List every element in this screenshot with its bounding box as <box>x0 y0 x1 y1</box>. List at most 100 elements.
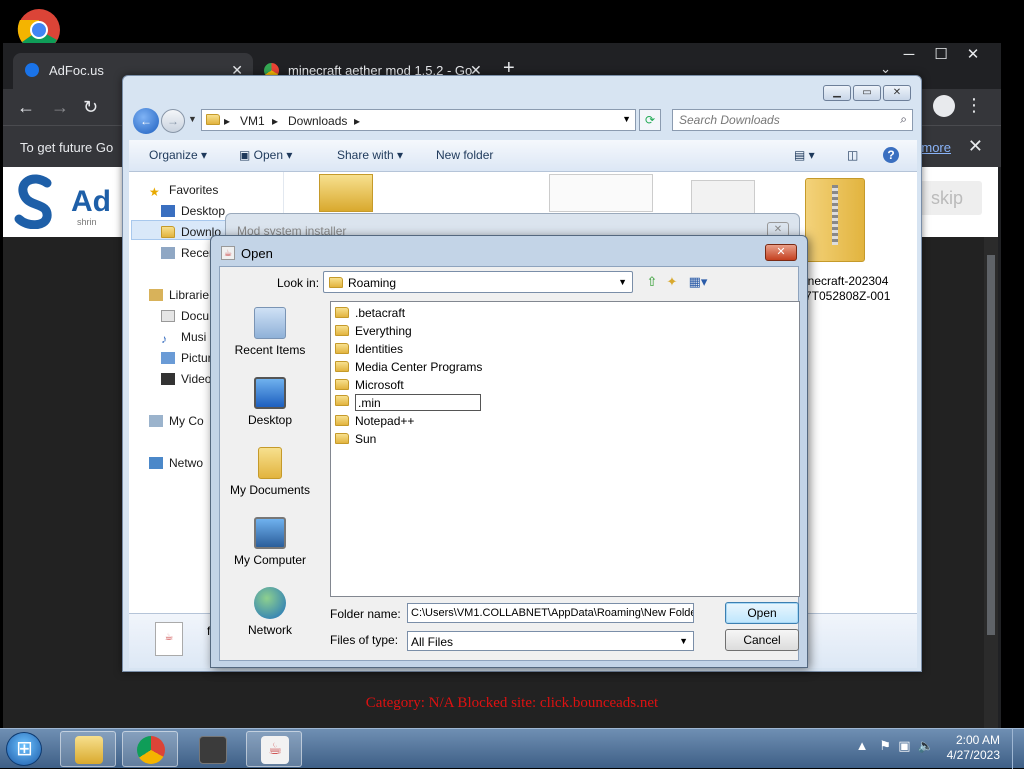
files-of-type-select[interactable]: All Files ▼ <box>407 631 694 651</box>
network-status-icon[interactable]: ▣ <box>898 738 910 753</box>
list-item[interactable]: .betacraft <box>335 306 405 324</box>
preview-pane-icon[interactable]: ◫ <box>847 148 858 162</box>
maximize-button[interactable]: ▭ <box>853 85 881 101</box>
folder-icon[interactable] <box>319 174 373 212</box>
open-label: Open <box>253 148 284 162</box>
nav-music[interactable]: ♪ Musi <box>161 330 206 346</box>
address-bar[interactable]: ▸ VM1 ▸ Downloads ▸ ▼ <box>201 109 636 131</box>
profile-icon[interactable] <box>933 95 955 117</box>
minimize-button[interactable]: ▁ <box>823 85 851 101</box>
clock[interactable]: 2:00 AM 4/27/2023 <box>947 733 1000 765</box>
info-bar-text: To get future Go <box>20 140 114 155</box>
nav-computer[interactable]: My Co <box>149 414 204 428</box>
share-with-button[interactable]: Share with ▾ <box>337 148 403 162</box>
network-globe-icon <box>254 587 286 619</box>
nav-libraries[interactable]: Librarie <box>149 288 209 302</box>
logo-subtext: shrin <box>77 217 97 227</box>
nav-favorites[interactable]: ★ Favorites <box>149 183 218 199</box>
nav-network[interactable]: Netwo <box>149 456 203 470</box>
change-view-icon[interactable]: ▤ ▾ <box>794 148 815 162</box>
breadcrumb-downloads[interactable]: Downloads <box>288 114 347 128</box>
scrollbar-thumb[interactable] <box>987 255 995 635</box>
back-arrow-icon[interactable]: ← <box>17 97 35 118</box>
back-button[interactable]: ← <box>133 108 159 134</box>
address-dropdown-icon[interactable]: ▼ <box>622 114 631 124</box>
adfocus-logo: Ad shrin <box>13 173 123 229</box>
java-app-icon: ☕ <box>221 246 235 260</box>
document-icon[interactable] <box>691 180 755 214</box>
look-in-combo[interactable]: Roaming ▼ <box>323 271 633 293</box>
nav-videos[interactable]: Video <box>161 372 211 386</box>
minimize-button[interactable]: ─ <box>893 46 925 63</box>
close-button[interactable]: ✕ <box>957 45 989 63</box>
taskbar-betacraft[interactable] <box>184 731 240 767</box>
volume-muted-icon[interactable]: 🔈 <box>918 738 934 753</box>
list-item[interactable]: Sun <box>335 432 376 450</box>
tray-expand-icon[interactable]: ▲ <box>856 738 869 753</box>
zip-file-caption-line1: inecraft-202304 <box>805 274 889 288</box>
nav-desktop[interactable]: Desktop <box>161 204 225 218</box>
nav-pictures[interactable]: Pictur <box>161 351 212 365</box>
reload-icon[interactable]: ↻ <box>83 97 98 118</box>
place-my-documents[interactable]: My Documents <box>220 447 320 497</box>
folder-icon <box>335 433 349 444</box>
place-desktop[interactable]: Desktop <box>220 377 320 427</box>
close-button[interactable]: ✕ <box>883 85 911 101</box>
info-bar-close-icon[interactable]: ✕ <box>968 136 983 157</box>
command-bar: Organize ▾ ▣ Open ▾ Share with ▾ New fol… <box>129 140 917 172</box>
up-one-level-icon[interactable]: ⇧ <box>644 274 660 290</box>
rename-input[interactable]: .min <box>355 394 481 411</box>
refresh-button[interactable]: ⟳ <box>639 109 661 131</box>
folder-icon <box>206 114 220 125</box>
taskbar-java[interactable]: ☕ <box>246 731 302 767</box>
cancel-button[interactable]: Cancel <box>725 629 799 651</box>
file-thumbnail[interactable] <box>549 174 653 212</box>
place-my-computer[interactable]: My Computer <box>220 517 320 567</box>
zip-file-caption[interactable]: inecraft-202304 7T052808Z-001 <box>805 274 890 304</box>
list-item[interactable]: Identities <box>335 342 403 360</box>
look-in-label: Look in: <box>277 276 320 290</box>
list-item[interactable]: Everything <box>335 324 412 342</box>
search-input[interactable]: Search Downloads ⌕ <box>672 109 913 131</box>
dialog-close-button[interactable]: ✕ <box>765 244 797 261</box>
chevron-down-icon[interactable]: ▼ <box>679 636 688 646</box>
folder-name-field[interactable]: C:\Users\VM1.COLLABNET\AppData\Roaming\N… <box>407 603 694 623</box>
breadcrumb-vm1[interactable]: VM1 <box>240 114 265 128</box>
list-item[interactable]: Media Center Programs <box>335 360 482 378</box>
place-network[interactable]: Network <box>220 587 320 637</box>
list-item-renaming[interactable]: .min <box>335 394 481 412</box>
new-folder-icon[interactable]: ✦ <box>664 274 680 290</box>
chevron-down-icon[interactable]: ▼ <box>618 277 627 287</box>
page-scrollbar[interactable] <box>984 237 998 728</box>
view-menu-icon[interactable]: ▦▾ <box>685 274 711 290</box>
open-button[interactable]: ▣ Open ▾ <box>239 148 292 162</box>
start-button[interactable] <box>6 732 42 766</box>
list-item[interactable]: Notepad++ <box>335 414 414 432</box>
zip-folder-icon[interactable] <box>805 178 865 262</box>
recent-places-icon <box>161 247 175 259</box>
menu-dots-icon[interactable]: ⋮ <box>965 95 983 116</box>
forward-arrow-icon[interactable]: → <box>51 97 69 118</box>
libraries-icon <box>149 289 163 301</box>
taskbar-explorer[interactable] <box>60 731 116 767</box>
open-button[interactable]: Open <box>725 602 799 624</box>
forward-button[interactable]: → <box>161 109 185 133</box>
skip-button[interactable]: skip <box>912 181 982 215</box>
maximize-button[interactable]: ☐ <box>925 45 957 63</box>
taskbar-chrome[interactable] <box>122 731 178 767</box>
nav-documents[interactable]: Docu <box>161 309 209 323</box>
open-dialog: ☕ Open ✕ Look in: Roaming ▼ ⇧ ✦ ▦▾ Recen… <box>210 235 808 668</box>
action-center-icon[interactable]: ⚑ <box>879 738 891 753</box>
new-folder-button[interactable]: New folder <box>436 148 493 162</box>
show-desktop-button[interactable] <box>1012 729 1024 769</box>
organize-button[interactable]: Organize ▾ <box>149 148 207 162</box>
videos-icon <box>161 373 175 385</box>
recent-pages-chevron-icon[interactable]: ▼ <box>188 114 197 124</box>
help-icon[interactable]: ? <box>883 147 899 163</box>
folder-list[interactable]: .betacraft Everything Identities Media C… <box>330 301 800 597</box>
info-bar-more-link[interactable]: more <box>921 140 951 155</box>
search-icon[interactable]: ⌕ <box>900 112 907 127</box>
nav-recent[interactable]: Recen <box>161 246 216 260</box>
place-recent-items[interactable]: Recent Items <box>220 307 320 357</box>
music-icon: ♪ <box>161 332 167 346</box>
